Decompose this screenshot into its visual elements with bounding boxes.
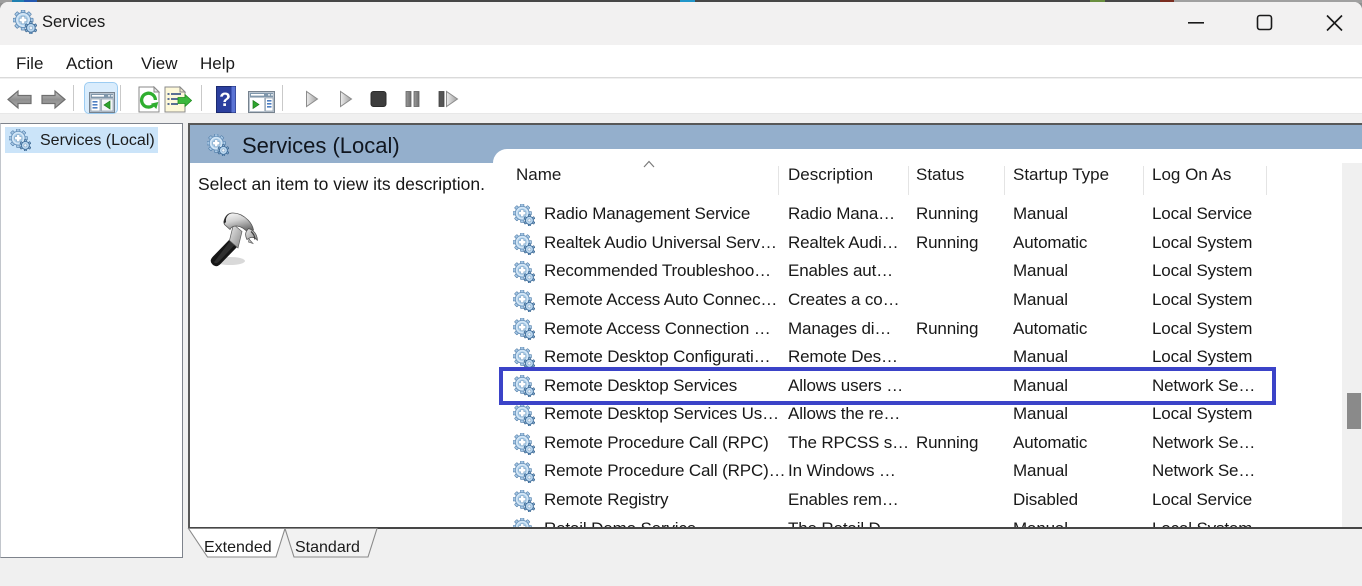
- svg-text:?: ?: [219, 90, 231, 111]
